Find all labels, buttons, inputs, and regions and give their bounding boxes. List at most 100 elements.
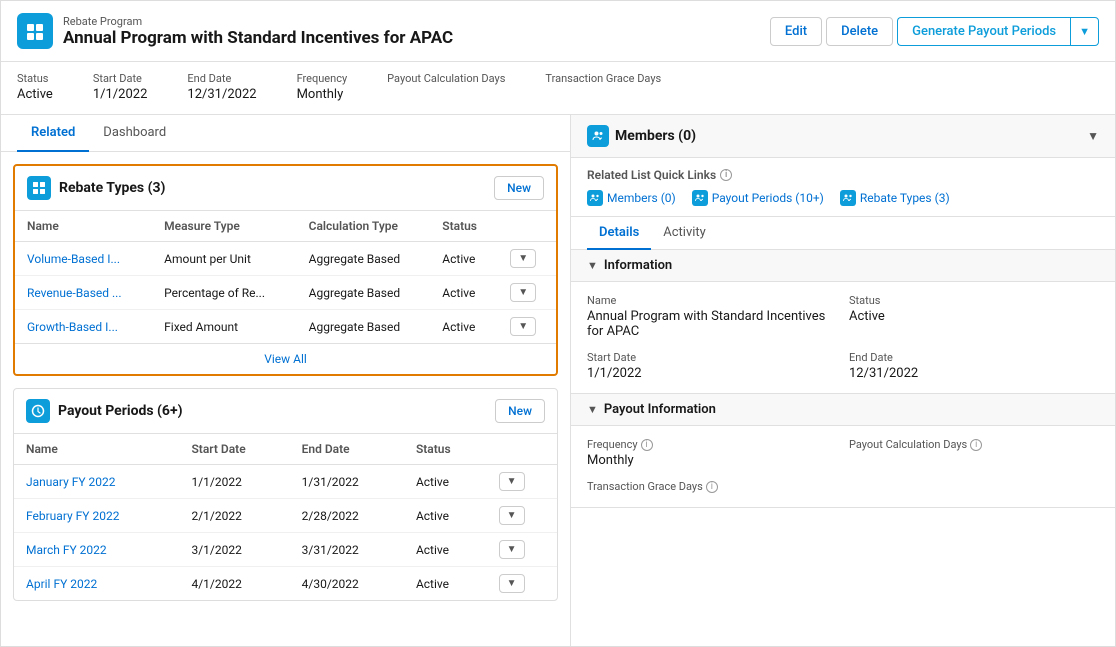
information-chevron: ▼ (587, 259, 598, 272)
rt-name: Growth-Based I... (15, 310, 152, 344)
generate-button[interactable]: Generate Payout Periods (897, 17, 1070, 46)
col-name: Name (15, 211, 152, 242)
quick-link-icon (587, 190, 603, 206)
meta-bar: Status Active Start Date 1/1/2022 End Da… (1, 62, 1115, 115)
table-row: Revenue-Based ... Percentage of Re... Ag… (15, 276, 556, 310)
pp-end: 4/30/2022 (290, 567, 404, 601)
header-left: Rebate Program Annual Program with Stand… (17, 13, 453, 49)
rebate-types-view-all[interactable]: View All (15, 343, 556, 374)
meta-freq-label: Frequency (297, 72, 348, 85)
members-title: Members (0) (587, 125, 696, 147)
payout-freq-field: Frequency i Monthly (587, 438, 837, 468)
rebate-types-new-button[interactable]: New (494, 176, 544, 200)
transaction-grace-field: Transaction Grace Days i (587, 480, 837, 495)
tab-activity[interactable]: Activity (651, 217, 718, 250)
pp-dropdown: ▼ (487, 567, 557, 601)
payout-freq-value: Monthly (587, 453, 837, 468)
quick-link-label: Rebate Types (3) (860, 191, 950, 205)
payout-info-grid: Frequency i Monthly Payout Calculation D… (587, 438, 1099, 495)
quick-link-icon (692, 190, 708, 206)
quick-links-info-icon[interactable]: i (720, 169, 732, 181)
payout-periods-icon (26, 399, 50, 423)
payout-calc-info-icon[interactable]: i (970, 439, 982, 451)
rt-status: Active (430, 242, 498, 276)
edit-button[interactable]: Edit (770, 17, 822, 46)
pp-col-status: Status (404, 434, 487, 465)
quick-link-item[interactable]: Payout Periods (10+) (692, 190, 824, 206)
col-measure: Measure Type (152, 211, 297, 242)
meta-grace-label: Transaction Grace Days (545, 72, 661, 85)
pp-name: March FY 2022 (14, 533, 179, 567)
table-row: Volume-Based I... Amount per Unit Aggreg… (15, 242, 556, 276)
header-text: Rebate Program Annual Program with Stand… (63, 15, 453, 48)
pp-status: Active (404, 533, 487, 567)
left-tabs: Related Dashboard (1, 115, 570, 152)
pp-col-end: End Date (290, 434, 404, 465)
pp-start: 1/1/2022 (179, 465, 289, 499)
meta-start-date: Start Date 1/1/2022 (93, 72, 148, 102)
pp-dropdown: ▼ (487, 499, 557, 533)
generate-button-group: Generate Payout Periods ▼ (897, 17, 1099, 46)
info-end-field: End Date 12/31/2022 (849, 351, 1099, 381)
payout-info-header[interactable]: ▼ Payout Information (571, 394, 1115, 426)
quick-links-items: Members (0) Payout Periods (10+) Rebate Ty… (587, 190, 1099, 206)
tab-details[interactable]: Details (587, 217, 651, 250)
left-panel: Related Dashboard Rebate Types (3) New (1, 115, 571, 646)
info-status-field: Status Active (849, 294, 1099, 339)
page-title: Annual Program with Standard Incentives … (63, 28, 453, 48)
payout-periods-new-button[interactable]: New (495, 399, 545, 423)
pp-name: April FY 2022 (14, 567, 179, 601)
info-end-value: 12/31/2022 (849, 366, 1099, 381)
grace-info-icon[interactable]: i (706, 481, 718, 493)
rt-dropdown: ▼ (498, 310, 556, 344)
payout-freq-label: Frequency i (587, 438, 837, 451)
generate-dropdown-button[interactable]: ▼ (1070, 17, 1099, 46)
info-name-field: Name Annual Program with Standard Incent… (587, 294, 837, 339)
payout-calc-days-field: Payout Calculation Days i (849, 438, 1099, 468)
pp-start: 3/1/2022 (179, 533, 289, 567)
tab-related[interactable]: Related (17, 115, 89, 152)
members-title-text: Members (0) (615, 128, 696, 144)
details-content: ▼ Information Name Annual Program with S… (571, 250, 1115, 646)
delete-button[interactable]: Delete (826, 17, 893, 46)
meta-frequency: Frequency Monthly (297, 72, 348, 102)
rt-name: Volume-Based I... (15, 242, 152, 276)
payout-periods-table: Name Start Date End Date Status January … (14, 434, 557, 600)
transaction-grace-label: Transaction Grace Days i (587, 480, 837, 493)
table-row: Growth-Based I... Fixed Amount Aggregate… (15, 310, 556, 344)
table-row: March FY 2022 3/1/2022 3/31/2022 Active … (14, 533, 557, 567)
rt-status: Active (430, 310, 498, 344)
members-bar: Members (0) ▼ (571, 115, 1115, 158)
meta-status-label: Status (17, 72, 53, 85)
breadcrumb: Rebate Program (63, 15, 453, 28)
rebate-types-title: Rebate Types (3) (27, 176, 165, 200)
quick-links-title: Related List Quick Links i (587, 168, 1099, 182)
info-name-label: Name (587, 294, 837, 307)
info-name-value: Annual Program with Standard Incentives … (587, 309, 837, 339)
table-row: April FY 2022 4/1/2022 4/30/2022 Active … (14, 567, 557, 601)
quick-links: Related List Quick Links i Members (0) Pa… (571, 158, 1115, 217)
col-action (498, 211, 556, 242)
info-end-label: End Date (849, 351, 1099, 364)
pp-start: 2/1/2022 (179, 499, 289, 533)
info-status-label: Status (849, 294, 1099, 307)
tab-dashboard[interactable]: Dashboard (89, 115, 180, 152)
members-collapse-button[interactable]: ▼ (1087, 129, 1099, 143)
payout-info-chevron: ▼ (587, 403, 598, 416)
meta-end-label: End Date (187, 72, 256, 85)
pp-status: Active (404, 465, 487, 499)
quick-link-item[interactable]: Rebate Types (3) (840, 190, 950, 206)
payout-periods-title-text: Payout Periods (6+) (58, 403, 183, 419)
freq-info-icon[interactable]: i (641, 439, 653, 451)
pp-start: 4/1/2022 (179, 567, 289, 601)
payout-periods-title: Payout Periods (6+) (26, 399, 183, 423)
quick-link-item[interactable]: Members (0) (587, 190, 676, 206)
information-section-header[interactable]: ▼ Information (571, 250, 1115, 282)
members-icon (587, 125, 609, 147)
meta-payout-calc: Payout Calculation Days (387, 72, 505, 102)
payout-calc-days-label: Payout Calculation Days i (849, 438, 1099, 451)
pp-end: 2/28/2022 (290, 499, 404, 533)
col-status: Status (430, 211, 498, 242)
pp-status: Active (404, 567, 487, 601)
right-panel: Members (0) ▼ Related List Quick Links i… (571, 115, 1115, 646)
